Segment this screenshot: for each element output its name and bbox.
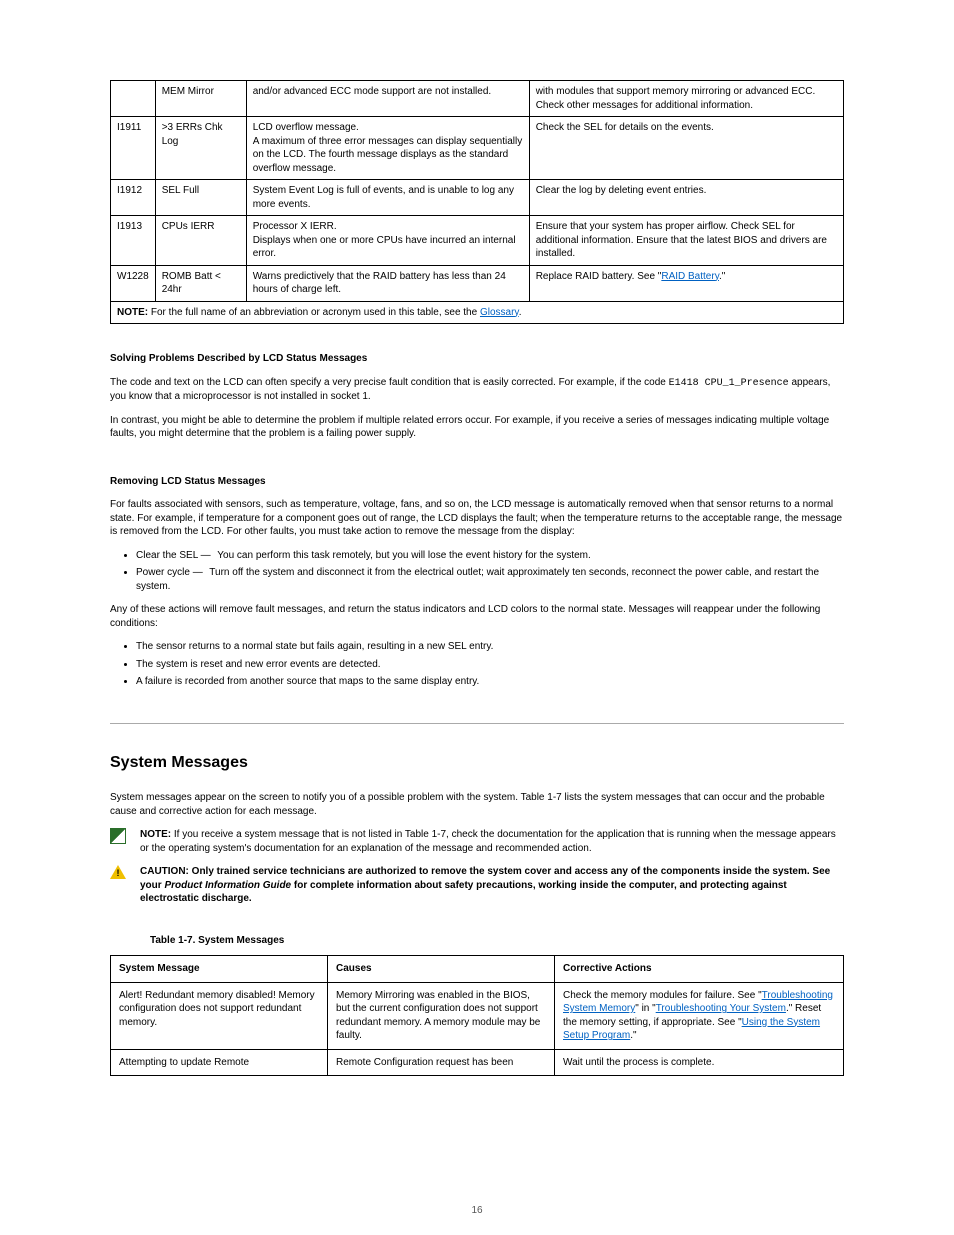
causes-cell: Processor X IERR. Displays when one or m… [246, 216, 529, 266]
actions-cell: Wait until the process is complete. [555, 1049, 844, 1076]
code-cell: I1912 [111, 180, 156, 216]
table-row: Attempting to update Remote Remote Confi… [111, 1049, 844, 1076]
page-number: 16 [0, 1204, 954, 1218]
actions-cell: Replace RAID battery. See "RAID Battery.… [529, 265, 843, 301]
text-cell: ROMB Batt < 24hr [155, 265, 246, 301]
code-cell: I1911 [111, 117, 156, 180]
removing-heading: Removing LCD Status Messages [110, 475, 844, 489]
text-cell: MEM Mirror [155, 81, 246, 117]
col-header: Causes [328, 956, 555, 983]
causes-cell: System Event Log is full of events, and … [246, 180, 529, 216]
code-cell [111, 81, 156, 117]
note-icon [110, 828, 126, 844]
list-item: Power cycle — Turn off the system and di… [136, 566, 844, 593]
table-note: NOTE: For the full name of an abbreviati… [111, 301, 844, 324]
note-block: NOTE: If you receive a system message th… [110, 828, 844, 865]
msg-cell: Attempting to update Remote [111, 1049, 328, 1076]
causes-cell: Warns predictively that the RAID battery… [246, 265, 529, 301]
note-text: NOTE: If you receive a system message th… [140, 828, 844, 865]
removing-after: Any of these actions will remove fault m… [110, 603, 844, 630]
solving-p2: In contrast, you might be able to determ… [110, 414, 844, 441]
divider [110, 723, 844, 724]
code-cell: I1913 [111, 216, 156, 266]
causes-cell: and/or advanced ECC mode support are not… [246, 81, 529, 117]
system-messages-table: System Message Causes Corrective Actions… [110, 955, 844, 1076]
table-row: Alert! Redundant memory disabled! Memory… [111, 982, 844, 1049]
list-item: The sensor returns to a normal state but… [136, 640, 844, 654]
removing-intro: For faults associated with sensors, such… [110, 498, 844, 539]
list-item: A failure is recorded from another sourc… [136, 675, 844, 689]
msg-cell: Alert! Redundant memory disabled! Memory… [111, 982, 328, 1049]
system-messages-heading: System Messages [110, 752, 844, 774]
text-cell: SEL Full [155, 180, 246, 216]
actions-cell: Check the SEL for details on the events. [529, 117, 843, 180]
actions-cell: Ensure that your system has proper airfl… [529, 216, 843, 266]
causes-cell: Memory Mirroring was enabled in the BIOS… [328, 982, 555, 1049]
list-item: Clear the SEL — You can perform this tas… [136, 549, 844, 563]
solving-section: Solving Problems Described by LCD Status… [110, 352, 844, 441]
system-messages-intro: System messages appear on the screen to … [110, 791, 844, 818]
list-item: The system is reset and new error events… [136, 658, 844, 672]
causes-cell: Remote Configuration request has been [328, 1049, 555, 1076]
lcd-codes-table: MEM Mirror and/or advanced ECC mode supp… [110, 80, 844, 324]
removing-list: Clear the SEL — You can perform this tas… [136, 549, 844, 594]
caution-block: CAUTION: Only trained service technician… [110, 865, 844, 916]
conditions-list: The sensor returns to a normal state but… [136, 640, 844, 689]
col-header: Corrective Actions [555, 956, 844, 983]
causes-cell: LCD overflow message. A maximum of three… [246, 117, 529, 180]
col-header: System Message [111, 956, 328, 983]
actions-cell: with modules that support memory mirrori… [529, 81, 843, 117]
actions-cell: Check the memory modules for failure. Se… [555, 982, 844, 1049]
solving-p1: The code and text on the LCD can often s… [110, 376, 844, 404]
warning-icon [110, 865, 126, 879]
caution-text: CAUTION: Only trained service technician… [140, 865, 844, 916]
code-cell: W1228 [111, 265, 156, 301]
table-title: Table 1-7. System Messages [150, 934, 844, 948]
actions-cell: Clear the log by deleting event entries. [529, 180, 843, 216]
text-cell: >3 ERRs Chk Log [155, 117, 246, 180]
solving-heading: Solving Problems Described by LCD Status… [110, 352, 844, 366]
text-cell: CPUs IERR [155, 216, 246, 266]
